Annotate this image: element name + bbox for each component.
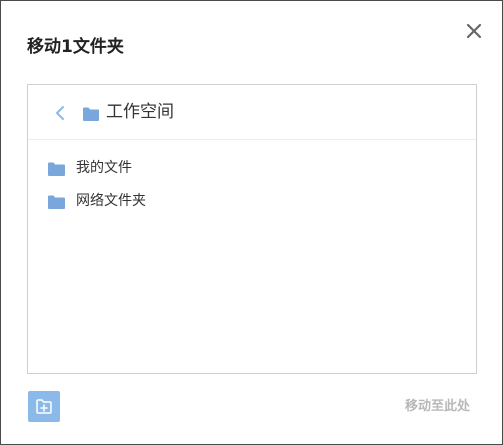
folder-label: 我的文件 (76, 160, 132, 176)
folder-icon (83, 106, 99, 121)
new-folder-button[interactable] (28, 391, 60, 422)
dialog-title: 移动1文件夹 (27, 37, 124, 57)
move-folder-dialog: 移动1文件夹 工作空间 我的文件 网络文件夹 移动至此处 (1, 1, 502, 444)
folder-icon (48, 161, 65, 176)
folder-icon (48, 194, 65, 209)
folder-browser-header: 工作空间 (28, 85, 476, 140)
current-folder-name: 工作空间 (106, 102, 174, 122)
chevron-left-icon[interactable] (54, 104, 66, 122)
new-folder-icon (36, 399, 52, 414)
folder-label: 网络文件夹 (76, 193, 146, 209)
move-here-button[interactable]: 移动至此处 (405, 398, 470, 416)
folder-browser: 工作空间 我的文件 网络文件夹 (27, 84, 477, 374)
folder-list: 我的文件 网络文件夹 (28, 151, 476, 217)
close-icon[interactable] (466, 23, 482, 39)
list-item-network-folder[interactable]: 网络文件夹 (28, 184, 476, 217)
list-item-my-files[interactable]: 我的文件 (28, 151, 476, 184)
